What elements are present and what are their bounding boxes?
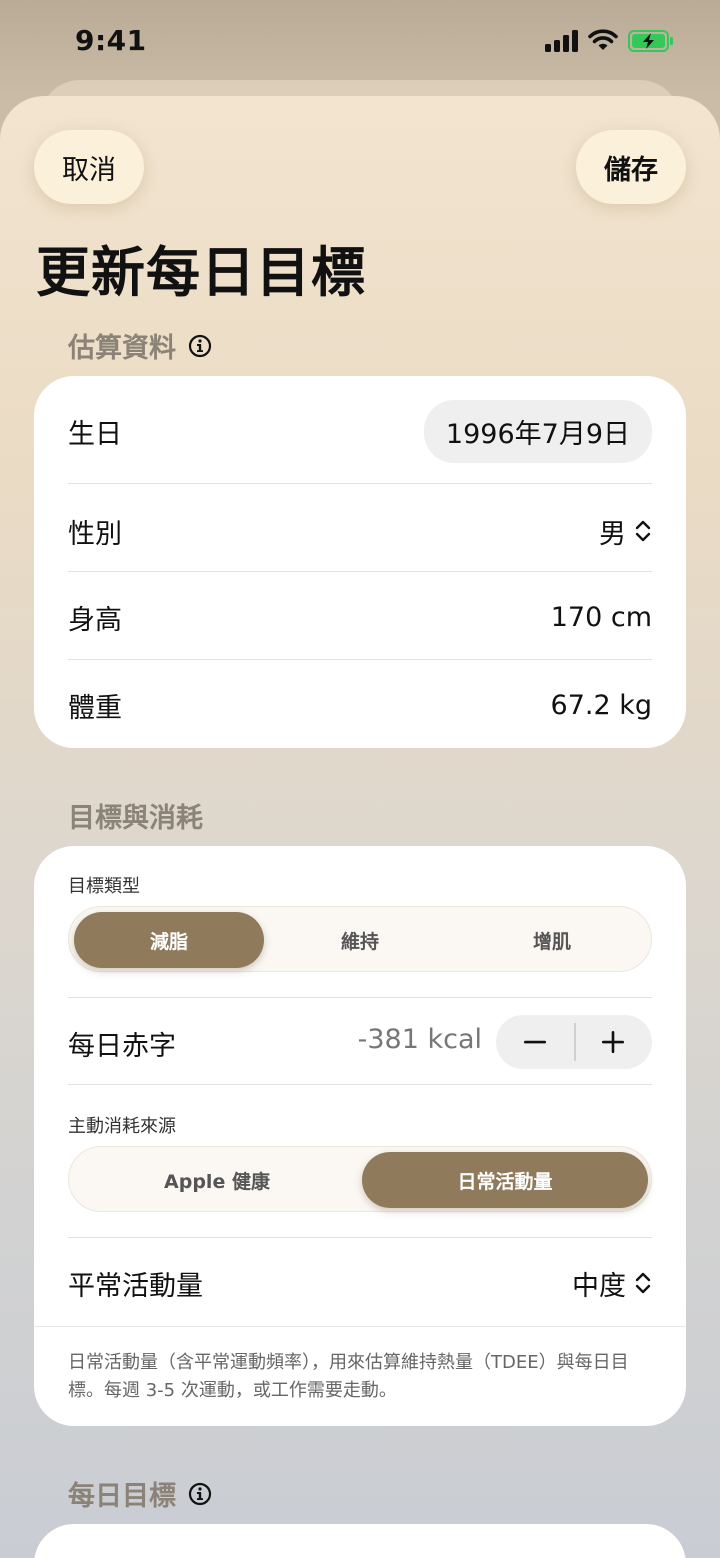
birthday-label: 生日 — [68, 418, 122, 450]
activity-level-label: 平常活動量 — [68, 1270, 203, 1302]
divider — [68, 659, 652, 660]
activity-note: 日常活動量（含平常運動頻率），用來估算維持熱量（TDEE）與每日目標。每週 3-… — [68, 1352, 629, 1401]
sex-value: 男 — [599, 518, 626, 550]
page-title: 更新每日目標 — [36, 241, 366, 304]
divider — [68, 997, 652, 998]
cellular-signal-icon — [545, 30, 578, 52]
active-source-option-daily-activity[interactable]: 日常活動量 — [362, 1152, 648, 1208]
section-title: 目標與消耗 — [68, 803, 203, 834]
daily-deficit-stepper — [496, 1015, 652, 1069]
section-header-daily-goal: 每日目標 — [68, 1474, 212, 1513]
increment-button[interactable] — [574, 1015, 652, 1069]
goal-type-segmented-control: 減脂 維持 增肌 — [68, 906, 652, 972]
estimate-card: 生日 1996年7月9日 性別 男 身高 170 cm 體重 67.2 kg — [34, 376, 686, 748]
activity-level-selector[interactable]: 中度 — [572, 1264, 652, 1303]
daily-deficit-value: -381 kcal — [357, 1024, 482, 1055]
active-source-option-apple-health[interactable]: Apple 健康 — [74, 1152, 360, 1208]
goal-type-option-fat-loss[interactable]: 減脂 — [74, 912, 264, 968]
info-icon[interactable] — [188, 334, 212, 358]
decrement-button[interactable] — [496, 1015, 574, 1069]
daily-goal-card — [34, 1524, 686, 1558]
weight-row[interactable]: 體重 67.2 kg — [68, 676, 652, 734]
goal-card: 目標類型 減脂 維持 增肌 每日赤字 -381 kcal 主動消耗來源 Appl… — [34, 846, 686, 1426]
status-bar: 9:41 — [0, 0, 720, 80]
active-source-label: 主動消耗來源 — [68, 1116, 176, 1137]
plus-icon — [602, 1031, 624, 1053]
info-icon[interactable] — [188, 1482, 212, 1506]
active-source-segmented-control: Apple 健康 日常活動量 — [68, 1146, 652, 1212]
divider — [68, 1084, 652, 1085]
sex-label: 性別 — [68, 518, 122, 550]
section-title: 每日目標 — [68, 1481, 176, 1512]
chevron-up-down-icon — [635, 1272, 651, 1294]
activity-level-value: 中度 — [572, 1270, 626, 1302]
section-header-goal: 目標與消耗 — [68, 796, 203, 835]
sex-row[interactable]: 性別 男 — [68, 502, 652, 560]
divider — [68, 483, 652, 484]
chevron-up-down-icon — [635, 520, 651, 542]
battery-charging-icon — [628, 30, 673, 52]
section-title: 估算資料 — [68, 333, 176, 364]
activity-level-row[interactable]: 平常活動量 中度 — [68, 1254, 652, 1312]
section-header-estimate: 估算資料 — [68, 326, 212, 365]
birthday-date-picker[interactable]: 1996年7月9日 — [423, 399, 652, 463]
divider — [68, 1237, 652, 1238]
goal-type-option-muscle-gain[interactable]: 增肌 — [456, 912, 648, 968]
birthday-row: 生日 1996年7月9日 — [68, 399, 652, 463]
status-time: 9:41 — [75, 24, 147, 57]
height-label: 身高 — [68, 604, 122, 636]
height-row[interactable]: 身高 170 cm — [68, 588, 652, 646]
minus-icon — [524, 1040, 546, 1044]
save-button[interactable]: 儲存 — [576, 130, 686, 204]
divider — [68, 571, 652, 572]
goal-type-label: 目標類型 — [68, 876, 140, 897]
weight-value[interactable]: 67.2 kg — [551, 690, 652, 721]
sex-selector[interactable]: 男 — [599, 512, 652, 551]
daily-deficit-label: 每日赤字 — [68, 1031, 176, 1062]
divider — [34, 1326, 686, 1327]
wifi-icon — [588, 29, 618, 50]
weight-label: 體重 — [68, 692, 122, 724]
height-value[interactable]: 170 cm — [551, 602, 652, 633]
cancel-button[interactable]: 取消 — [34, 130, 144, 204]
goal-type-option-maintain[interactable]: 維持 — [264, 912, 456, 968]
